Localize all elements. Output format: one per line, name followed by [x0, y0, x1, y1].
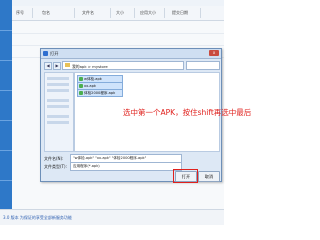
column-separator	[200, 8, 201, 18]
apk-file-icon	[79, 84, 83, 88]
file-name: xx.apk	[84, 84, 96, 88]
nav-pane-item[interactable]	[47, 99, 69, 102]
dialog-nav-bar: ◀ ▶ 我的apk > mystore	[44, 61, 220, 70]
column-separator	[134, 8, 135, 18]
table-header: 序号 包名 文件名 大小 应用大小 提交日期	[12, 6, 224, 21]
column-separator	[32, 8, 33, 18]
column-header-app-size[interactable]: 应用大小	[140, 10, 156, 16]
sidebar-divider	[0, 60, 12, 61]
nav-pane-item[interactable]	[47, 121, 69, 124]
nav-pane-item[interactable]	[47, 89, 69, 92]
sidebar-divider	[0, 180, 12, 181]
open-file-dialog: 打开 x ◀ ▶ 我的apk > mystore w体检.apk xx.apk	[40, 48, 251, 183]
dialog-app-icon	[43, 51, 48, 56]
column-separator	[164, 8, 165, 18]
nav-pane-item[interactable]	[47, 77, 69, 80]
cancel-button[interactable]: 取消	[198, 171, 220, 182]
file-list: w体检.apk xx.apk 体检2000程序.apk 选中第一个APK，按住s…	[74, 72, 251, 152]
filename-row: 文件名(N): "w体检.apk" "xx.apk" "体检2000程序.apk…	[44, 154, 218, 163]
apk-file-icon	[79, 77, 83, 81]
forward-arrow-icon[interactable]: ▶	[53, 62, 61, 70]
sidebar-divider	[0, 90, 12, 91]
column-header-filename[interactable]: 文件名	[82, 10, 94, 16]
column-separator	[110, 8, 111, 18]
nav-pane-item[interactable]	[47, 115, 69, 118]
navigation-pane	[44, 72, 74, 152]
nav-pane-item[interactable]	[47, 83, 69, 86]
apk-file-icon	[79, 91, 83, 95]
search-input[interactable]	[186, 61, 220, 70]
address-bar[interactable]: 我的apk > mystore	[62, 61, 184, 70]
column-header-size[interactable]: 大小	[116, 10, 124, 16]
left-sidebar	[0, 0, 12, 224]
dialog-title-bar: 打开 x	[41, 49, 221, 59]
sidebar-divider	[0, 150, 12, 151]
table-row-line	[12, 45, 224, 46]
close-button[interactable]: x	[209, 50, 219, 56]
sidebar-divider	[0, 120, 12, 121]
column-header-package[interactable]: 包名	[42, 10, 50, 16]
status-text[interactable]: 3.0 版本 为保证的享受全部新服务功能	[3, 215, 72, 221]
back-arrow-icon[interactable]: ◀	[44, 62, 52, 70]
table-row-line	[12, 33, 224, 34]
file-name: 体检2000程序.apk	[84, 91, 116, 95]
instruction-annotation: 选中第一个APK，按住shift再选中最后	[123, 108, 252, 117]
folder-icon	[65, 63, 70, 67]
sidebar-divider	[0, 30, 12, 31]
file-item[interactable]: 体检2000程序.apk	[77, 89, 123, 97]
dialog-title: 打开	[50, 51, 59, 56]
status-bar: 3.0 版本 为保证的享受全部新服务功能	[0, 209, 224, 225]
column-header-date[interactable]: 提交日期	[172, 10, 188, 16]
column-separator	[74, 8, 75, 18]
filetype-label: 文件类型(T):	[44, 164, 67, 169]
column-header-index[interactable]: 序号	[16, 10, 24, 16]
address-path: 我的apk > mystore	[72, 63, 108, 69]
nav-pane-item[interactable]	[47, 105, 69, 108]
open-button-highlight	[173, 169, 198, 183]
filetype-select[interactable]: 应用程序(*.apk)	[70, 162, 182, 171]
